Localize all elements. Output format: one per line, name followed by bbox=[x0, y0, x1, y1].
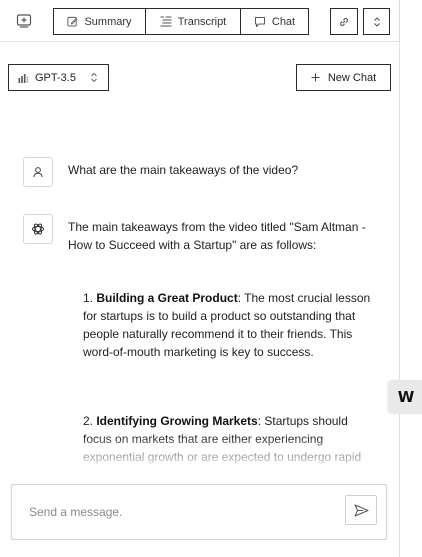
assistant-avatar bbox=[23, 214, 53, 244]
app-root: Summary Transcript Chat GPT-3.5 New Chat… bbox=[0, 0, 422, 557]
scroll-fade bbox=[0, 435, 399, 470]
tab-transcript[interactable]: Transcript bbox=[145, 8, 241, 35]
list-item-title: Building a Great Product bbox=[96, 291, 238, 305]
list-item-title: Identifying Growing Markets bbox=[96, 414, 258, 428]
model-select-value: GPT-3.5 bbox=[35, 71, 76, 84]
link-icon bbox=[340, 17, 348, 26]
panel-divider bbox=[399, 42, 400, 557]
list-item-number: 1. bbox=[83, 291, 97, 305]
user-message: What are the main takeaways of the video… bbox=[68, 163, 299, 177]
expand-toggle-button[interactable] bbox=[363, 8, 390, 35]
tab-chat[interactable]: Chat bbox=[240, 8, 309, 35]
new-chat-button[interactable]: New Chat bbox=[296, 64, 391, 91]
list-item-number: 2. bbox=[83, 414, 97, 428]
user-avatar bbox=[23, 157, 53, 187]
tab-summary[interactable]: Summary bbox=[53, 8, 146, 35]
user-icon bbox=[33, 167, 43, 178]
chevron-up-down-icon bbox=[373, 16, 380, 27]
chat-controls-row: GPT-3.5 New Chat bbox=[0, 64, 400, 92]
new-chat-label: New Chat bbox=[327, 71, 377, 84]
copy-link-button[interactable] bbox=[330, 8, 358, 35]
plus-icon bbox=[311, 73, 320, 82]
align-lines-icon bbox=[160, 16, 172, 27]
list-item: 1. Building a Great Product: The most cr… bbox=[83, 289, 373, 361]
side-widget-tab[interactable]: W bbox=[388, 380, 422, 414]
tab-summary-label: Summary bbox=[84, 15, 132, 28]
model-select[interactable]: GPT-3.5 bbox=[8, 64, 109, 91]
assistant-message-intro: The main takeaways from the video titled… bbox=[68, 220, 366, 252]
chat-bubble-icon bbox=[254, 16, 265, 27]
top-toolbar: Summary Transcript Chat bbox=[0, 0, 400, 42]
add-screen-icon[interactable] bbox=[16, 13, 32, 29]
send-button[interactable] bbox=[345, 495, 377, 525]
message-input[interactable] bbox=[29, 502, 329, 522]
message-list[interactable]: What are the main takeaways of the video… bbox=[0, 100, 399, 470]
send-icon bbox=[354, 504, 368, 516]
side-widget-logo: W bbox=[397, 388, 414, 406]
chevron-up-down-icon bbox=[91, 72, 97, 83]
edit-icon bbox=[67, 16, 78, 27]
bar-chart-icon bbox=[18, 73, 29, 83]
openai-icon bbox=[32, 223, 44, 235]
tab-transcript-label: Transcript bbox=[177, 15, 227, 28]
message-composer bbox=[11, 484, 387, 540]
tab-chat-label: Chat bbox=[271, 15, 296, 28]
